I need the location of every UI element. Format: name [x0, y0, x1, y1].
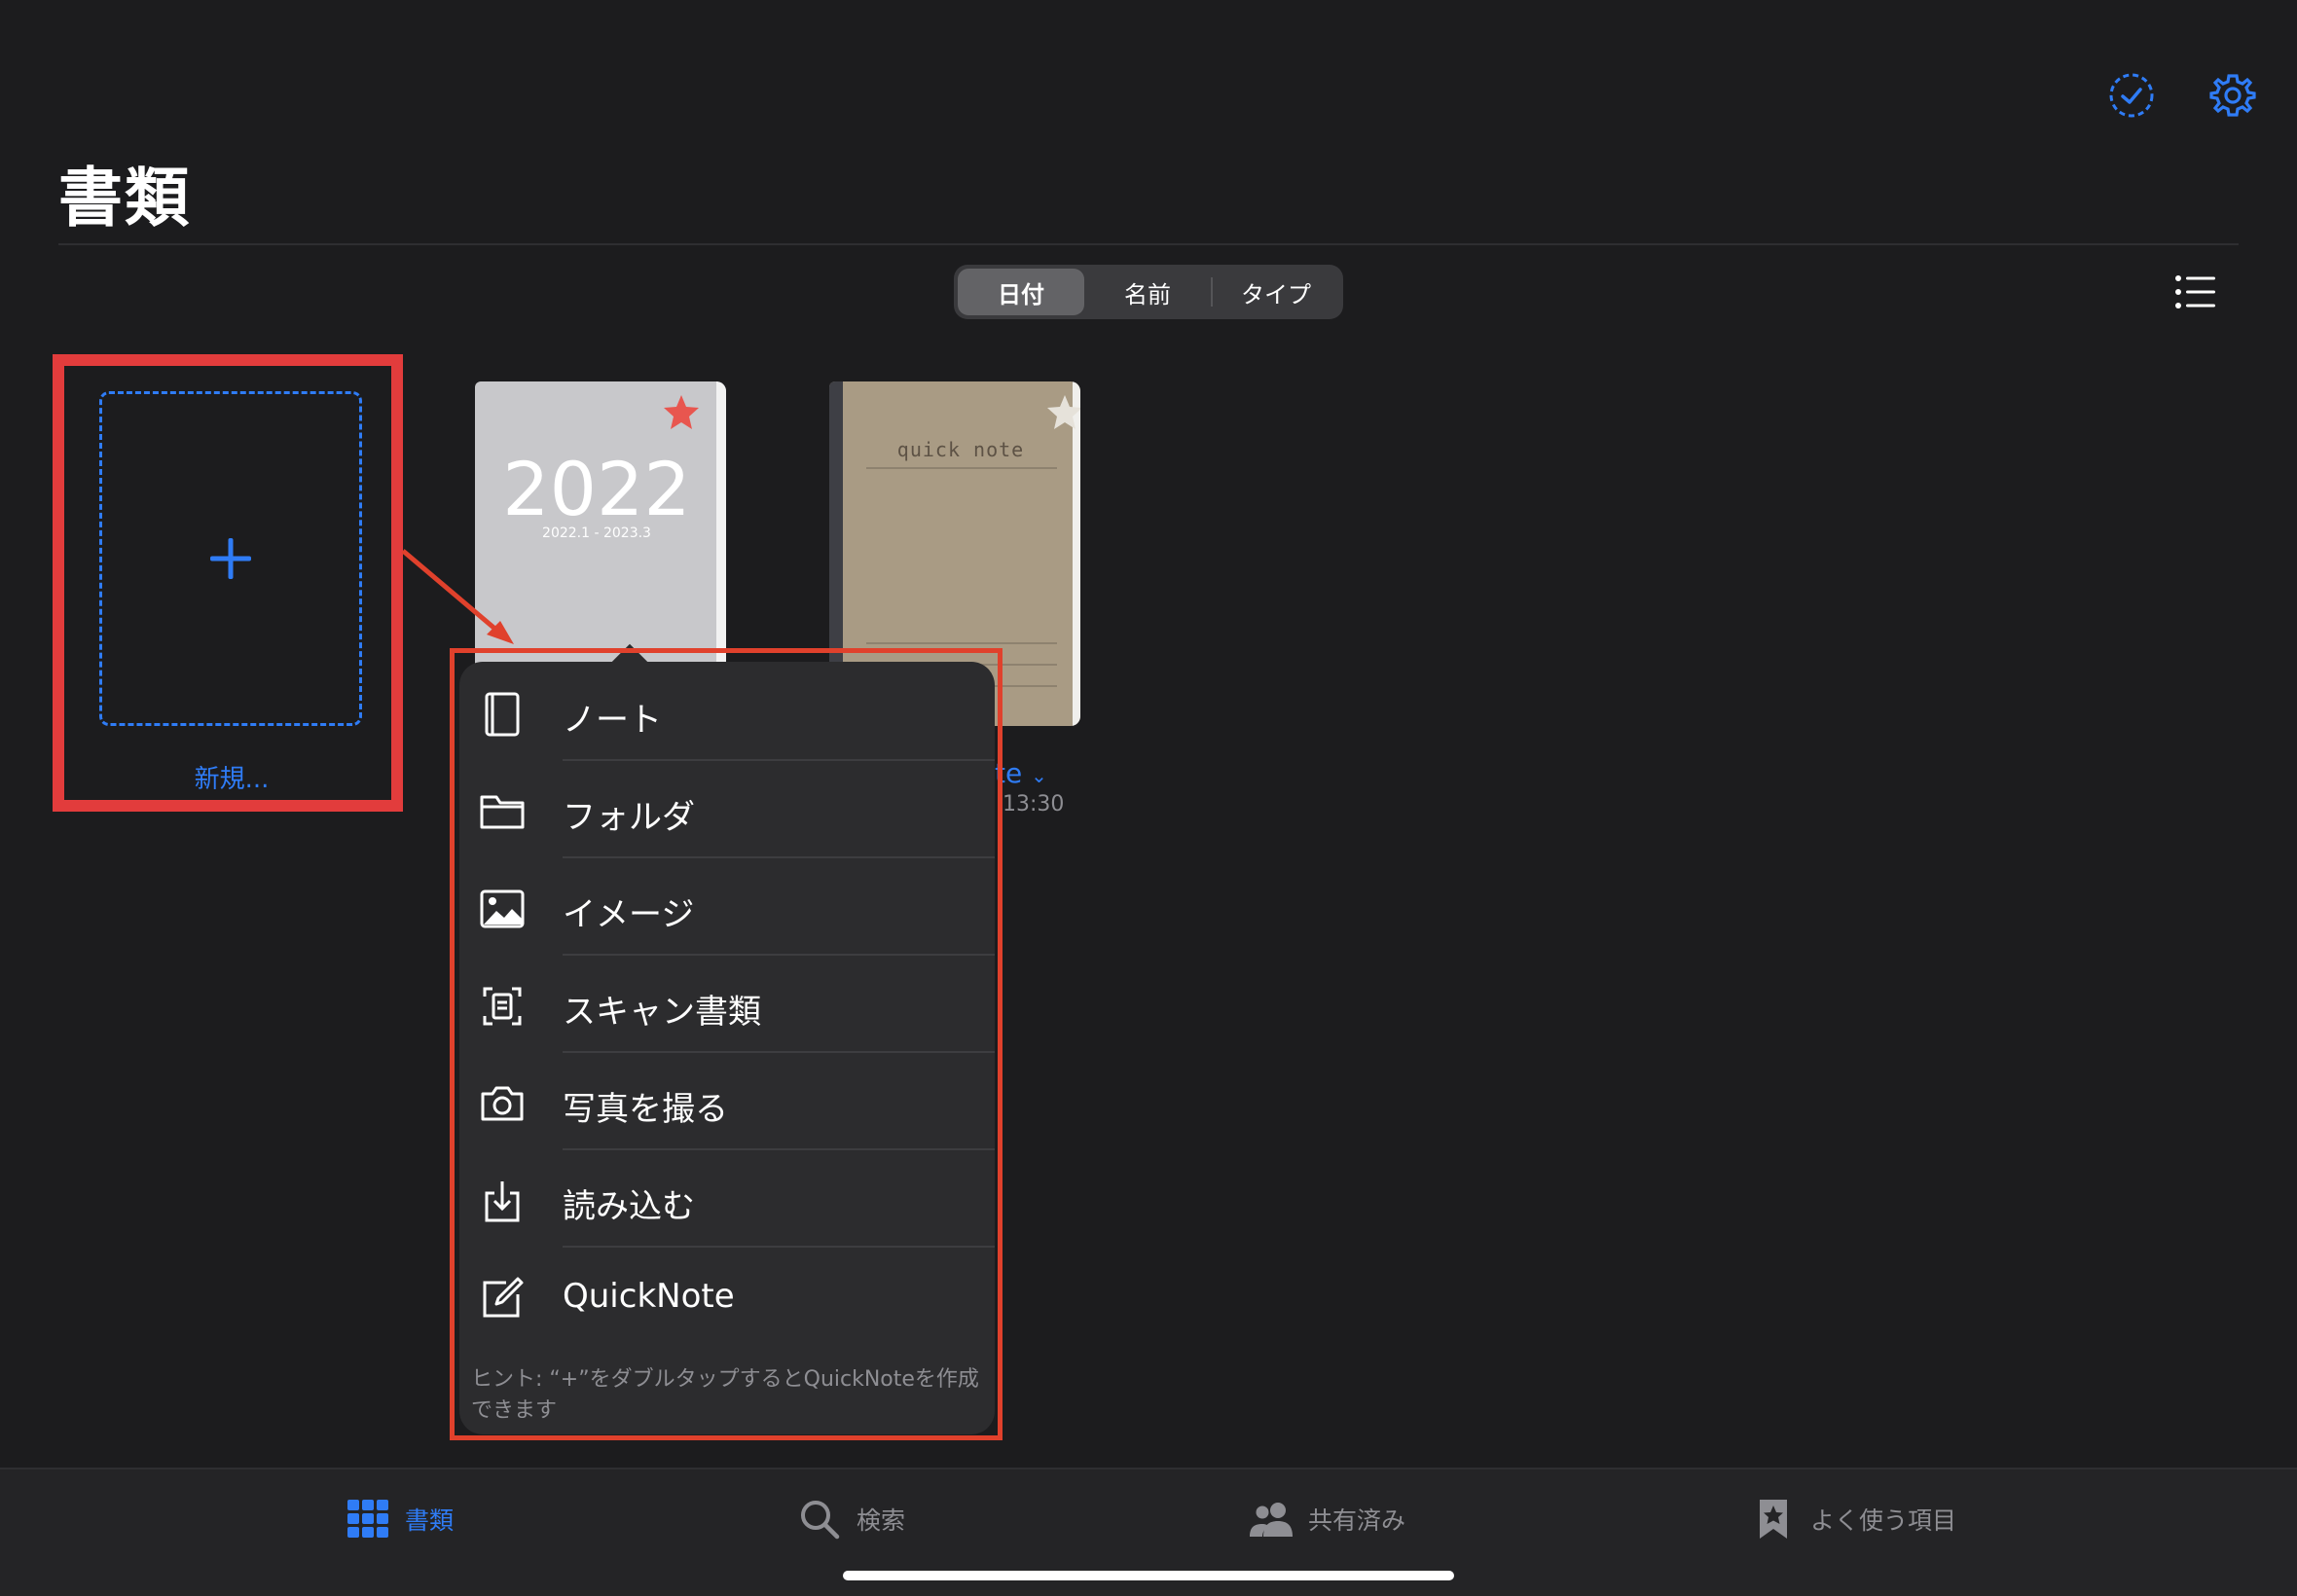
menu-item-label: 読み込む	[563, 1187, 695, 1226]
title-divider	[58, 243, 2239, 245]
tab-label: 検索	[857, 1506, 906, 1535]
sort-segmented-control[interactable]: 日付 名前 タイプ	[954, 265, 1343, 319]
menu-item-label: 写真を撮る	[563, 1090, 728, 1129]
tab-label: 書類	[405, 1506, 455, 1535]
menu-item-folder[interactable]: フォルダ	[459, 761, 995, 858]
tab-documents[interactable]: 書類	[346, 1495, 454, 1543]
menu-item-quicknote[interactable]: QuickNote	[459, 1248, 995, 1345]
cover-rule	[866, 642, 1057, 644]
favorite-star-icon[interactable]	[662, 393, 701, 432]
list-view-icon[interactable]	[2174, 272, 2217, 311]
plus-icon	[210, 538, 251, 579]
people-icon	[1250, 1503, 1293, 1537]
document-name-fragment[interactable]: te ⌄	[995, 757, 1047, 789]
menu-item-image[interactable]: イメージ	[459, 858, 995, 956]
gear-icon[interactable]	[2206, 68, 2260, 123]
menu-item-take-photo[interactable]: 写真を撮る	[459, 1053, 995, 1150]
tab-shared[interactable]: 共有済み	[1250, 1495, 1405, 1543]
cover-year: 2022	[502, 446, 691, 532]
annotation-arrow	[401, 549, 514, 644]
new-document-label[interactable]: 新規...	[165, 759, 298, 795]
segment-date[interactable]: 日付	[958, 269, 1084, 315]
home-indicator	[843, 1571, 1454, 1580]
select-check-icon[interactable]	[2104, 68, 2159, 123]
notebook-icon	[479, 691, 526, 738]
menu-item-scan-document[interactable]: スキャン書類	[459, 956, 995, 1053]
cover-rule	[866, 467, 1057, 469]
search-icon	[801, 1501, 840, 1540]
segment-type[interactable]: タイプ	[1213, 269, 1339, 315]
new-document-button[interactable]	[99, 391, 362, 726]
document-time-fragment: 13:30	[1003, 792, 1065, 816]
menu-hint-text: ヒント: “+”をダブルタップするとQuickNoteを作成できます	[471, 1367, 979, 1423]
cover-title: quick note	[896, 438, 1025, 461]
image-icon	[479, 886, 526, 932]
favorite-star-icon[interactable]	[1045, 393, 1080, 432]
scan-document-icon	[479, 983, 526, 1030]
menu-item-label: QuickNote	[563, 1277, 735, 1316]
menu-item-note[interactable]: ノート	[459, 664, 995, 761]
tab-favorites[interactable]: よく使う項目	[1752, 1495, 1956, 1543]
page-title: 書類	[58, 161, 191, 236]
chevron-down-icon: ⌄	[1031, 764, 1047, 787]
bookmark-star-icon	[1760, 1500, 1787, 1539]
quicknote-icon	[479, 1275, 526, 1322]
menu-item-label: イメージ	[563, 895, 695, 934]
cover-right-spine	[1073, 381, 1080, 726]
grid-icon	[347, 1500, 388, 1538]
menu-item-label: スキャン書類	[563, 993, 761, 1032]
menu-item-label: フォルダ	[563, 798, 695, 837]
camera-icon	[479, 1080, 526, 1127]
folder-icon	[479, 788, 526, 835]
import-icon	[479, 1178, 526, 1224]
menu-item-label: ノート	[563, 701, 662, 740]
tab-label: 共有済み	[1308, 1506, 1406, 1535]
segment-name[interactable]: 名前	[1084, 269, 1211, 315]
tab-label: よく使う項目	[1810, 1506, 1957, 1535]
tab-search[interactable]: 検索	[798, 1495, 905, 1543]
menu-item-import[interactable]: 読み込む	[459, 1150, 995, 1248]
